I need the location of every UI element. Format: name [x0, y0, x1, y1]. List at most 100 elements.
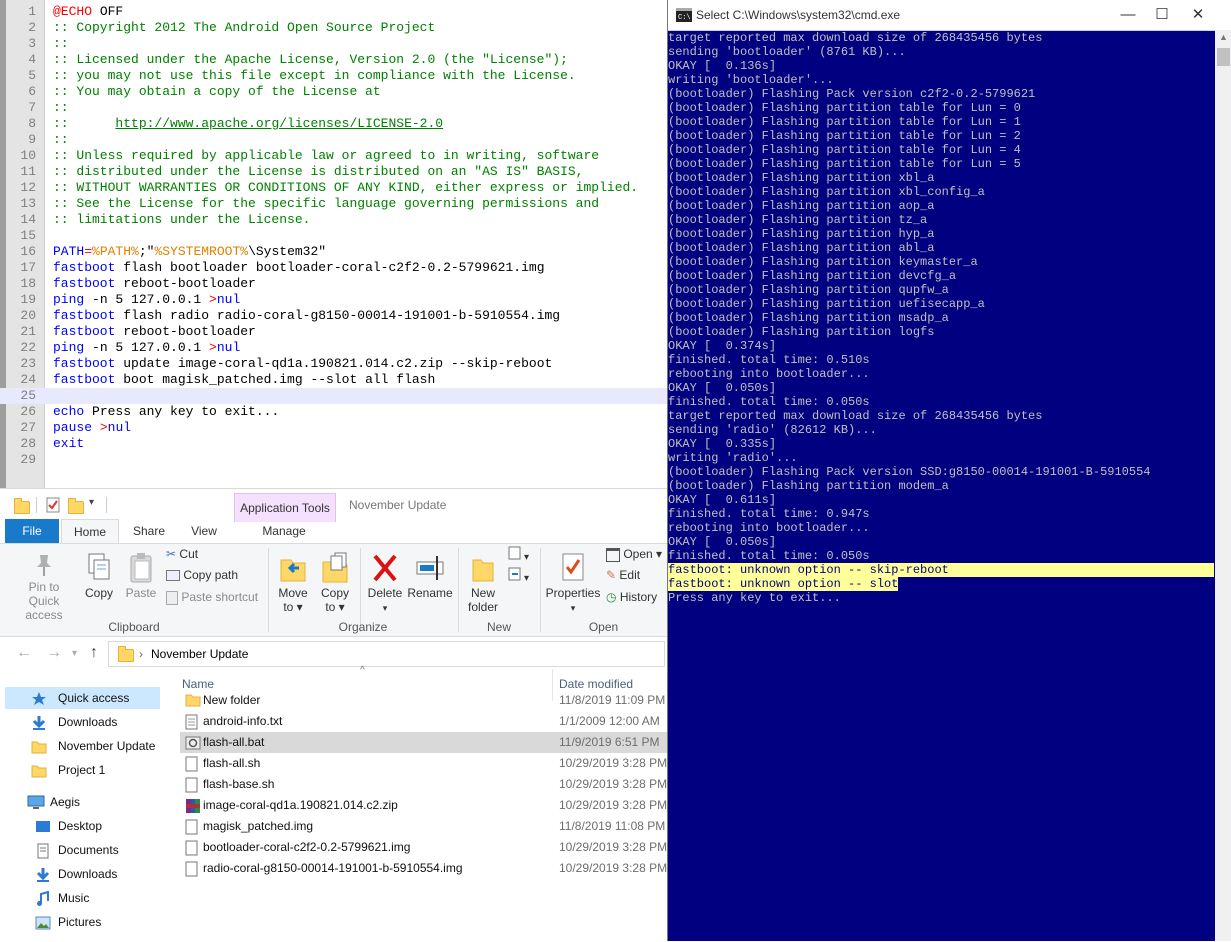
- code-token: flash radio radio-coral-g8150-00014-1910…: [115, 308, 561, 323]
- new-item-button[interactable]: ▾: [508, 546, 529, 566]
- copy-to-button[interactable]: Copy to ▾: [314, 552, 356, 614]
- rename-button[interactable]: Rename: [406, 552, 454, 600]
- code-line[interactable]: 1 @ECHO OFF: [0, 4, 667, 20]
- nav-item-downloads[interactable]: Downloads: [5, 863, 160, 885]
- code-line[interactable]: 14:: limitations under the License.: [0, 212, 667, 228]
- code-line[interactable]: 6:: You may obtain a copy of the License…: [0, 84, 667, 100]
- qat-folder-icon[interactable]: [14, 495, 30, 515]
- file-row[interactable]: flash-all.bat 11/9/2019 6:51 PM: [180, 732, 667, 753]
- column-header-date-modified[interactable]: Date modified: [559, 677, 633, 691]
- paste-button[interactable]: Paste: [120, 552, 162, 600]
- code-line[interactable]: 4:: Licensed under the Apache License, V…: [0, 52, 667, 68]
- code-line[interactable]: 5:: you may not use this file except in …: [0, 68, 667, 84]
- code-line[interactable]: 3::: [0, 36, 667, 52]
- nav-item-music[interactable]: Music: [5, 887, 160, 909]
- copy-path-button[interactable]: Copy path: [166, 567, 238, 583]
- file-row[interactable]: android-info.txt 1/1/2009 12:00 AM: [180, 711, 667, 732]
- code-line[interactable]: 26 echo Press any key to exit...: [0, 404, 667, 420]
- code-line[interactable]: 27 pause >nul: [0, 420, 667, 436]
- file-row[interactable]: magisk_patched.img 11/8/2019 11:08 PM: [180, 816, 667, 837]
- code-line[interactable]: 15: [0, 228, 667, 244]
- file-row[interactable]: flash-base.sh 10/29/2019 3:28 PM: [180, 774, 667, 795]
- code-line[interactable]: 9::: [0, 132, 667, 148]
- qat-properties-icon[interactable]: [46, 497, 60, 517]
- code-line[interactable]: 20 fastboot flash radio radio-coral-g8150…: [0, 308, 667, 324]
- recent-locations-icon[interactable]: ▾: [72, 648, 77, 659]
- line-number: 7: [28, 100, 36, 115]
- edit-button[interactable]: ✎ Edit: [606, 567, 640, 583]
- tab-file[interactable]: File: [5, 519, 59, 543]
- nav-item-documents[interactable]: Documents: [5, 839, 160, 861]
- open-button[interactable]: Open ▾: [606, 546, 662, 562]
- file-row[interactable]: flash-all.sh 10/29/2019 3:28 PM: [180, 753, 667, 774]
- scroll-up-icon[interactable]: ▲: [1219, 32, 1228, 42]
- nav-item-november-update[interactable]: November Update: [5, 735, 160, 757]
- cmd-title-bar[interactable]: C:\ Select C:\Windows\system32\cmd.exe —…: [668, 0, 1231, 31]
- nav-item-quick-access[interactable]: Quick access: [5, 687, 160, 709]
- command-prompt-window[interactable]: C:\ Select C:\Windows\system32\cmd.exe —…: [667, 0, 1231, 941]
- line-number: 1: [28, 4, 36, 19]
- code-token: reboot-bootloader: [115, 276, 256, 291]
- code-line[interactable]: 24 fastboot boot magisk_patched.img --slo…: [0, 372, 667, 388]
- delete-button[interactable]: Delete ▾: [364, 552, 406, 615]
- code-line[interactable]: 25: [0, 388, 667, 404]
- code-text: ::: [53, 132, 69, 148]
- qat-new-folder-icon[interactable]: [68, 495, 84, 515]
- code-line[interactable]: 13:: See the License for the specific la…: [0, 196, 667, 212]
- history-button[interactable]: ◷ History: [606, 589, 657, 605]
- code-line[interactable]: 8:: http://www.apache.org/licenses/LICEN…: [0, 116, 667, 132]
- maximize-button[interactable]: ☐: [1147, 3, 1177, 27]
- code-editor[interactable]: 1 @ECHO OFF 2:: Copyright 2012 The Android…: [0, 0, 667, 488]
- code-line[interactable]: 10:: Unless required by applicable law o…: [0, 148, 667, 164]
- code-line[interactable]: 22 ping -n 5 127.0.0.1 >nul: [0, 340, 667, 356]
- minimize-button[interactable]: —: [1113, 3, 1143, 27]
- nav-item-downloads[interactable]: Downloads: [5, 711, 160, 733]
- cmd-scrollbar[interactable]: ▲: [1215, 30, 1231, 941]
- tab-view[interactable]: View: [177, 519, 231, 543]
- pin-to-quick-access-button[interactable]: Pin to Quick access: [8, 552, 80, 622]
- tab-share[interactable]: Share: [122, 519, 176, 543]
- back-arrow-icon[interactable]: ←: [16, 644, 32, 662]
- tab-home[interactable]: Home: [61, 519, 119, 544]
- code-line[interactable]: 21 fastboot reboot-bootloader: [0, 324, 667, 340]
- code-line[interactable]: 16 PATH=%PATH%;"%SYSTEMROOT%\System32": [0, 244, 667, 260]
- file-date-modified: 10/29/2019 3:28 PM: [559, 798, 667, 812]
- cmd-output-line: (bootloader) Flashing partition tz_a: [668, 213, 928, 227]
- close-button[interactable]: ✕: [1183, 3, 1213, 27]
- nav-item-aegis[interactable]: Aegis: [5, 791, 160, 813]
- license-link[interactable]: http://www.apache.org/licenses/LICENSE-2…: [115, 116, 443, 131]
- nav-item-project-1[interactable]: Project 1: [5, 759, 160, 781]
- file-row[interactable]: radio-coral-g8150-00014-191001-b-5910554…: [180, 858, 667, 879]
- code-line[interactable]: 17 fastboot flash bootloader bootloader-c…: [0, 260, 667, 276]
- file-row[interactable]: image-coral-qd1a.190821.014.c2.zip 10/29/…: [180, 795, 667, 816]
- address-bar[interactable]: › November Update: [108, 641, 665, 667]
- file-row[interactable]: bootloader-coral-c2f2-0.2-5799621.img 10/…: [180, 837, 667, 858]
- easy-access-button[interactable]: ▾: [508, 567, 529, 587]
- code-line[interactable]: 18 fastboot reboot-bootloader: [0, 276, 667, 292]
- scrollbar-thumb[interactable]: [1217, 48, 1230, 66]
- column-header-name[interactable]: Name: [182, 677, 214, 691]
- tab-manage[interactable]: Manage: [234, 519, 334, 543]
- move-to-button[interactable]: Move to ▾: [272, 552, 314, 614]
- navigation-pane: Quick access Downloads November Update Proj…: [0, 683, 166, 942]
- nav-item-pictures[interactable]: Pictures: [5, 911, 160, 933]
- qat-customize-icon[interactable]: ▾: [89, 497, 94, 517]
- code-line[interactable]: 7::: [0, 100, 667, 116]
- paste-shortcut-button[interactable]: Paste shortcut: [166, 589, 258, 605]
- code-line[interactable]: 29: [0, 452, 667, 468]
- code-line[interactable]: 11:: distributed under the License is di…: [0, 164, 667, 180]
- up-arrow-icon[interactable]: ↑: [90, 644, 98, 662]
- forward-arrow-icon[interactable]: →: [46, 644, 62, 662]
- code-line[interactable]: 23 fastboot update image-coral-qd1a.19082…: [0, 356, 667, 372]
- code-line[interactable]: 28 exit: [0, 436, 667, 452]
- code-line[interactable]: 2:: Copyright 2012 The Android Open Sour…: [0, 20, 667, 36]
- cut-button[interactable]: ✂ Cut: [166, 546, 198, 562]
- new-folder-button[interactable]: New folder: [462, 552, 504, 614]
- breadcrumb-current[interactable]: November Update: [151, 642, 248, 666]
- nav-item-desktop[interactable]: Desktop: [5, 815, 160, 837]
- code-line[interactable]: 19 ping -n 5 127.0.0.1 >nul: [0, 292, 667, 308]
- code-line[interactable]: 12:: WITHOUT WARRANTIES OR CONDITIONS OF…: [0, 180, 667, 196]
- file-row[interactable]: New folder 11/8/2019 11:09 PM: [180, 690, 667, 711]
- copy-button[interactable]: Copy: [80, 552, 118, 600]
- properties-button[interactable]: Properties ▾: [544, 552, 602, 615]
